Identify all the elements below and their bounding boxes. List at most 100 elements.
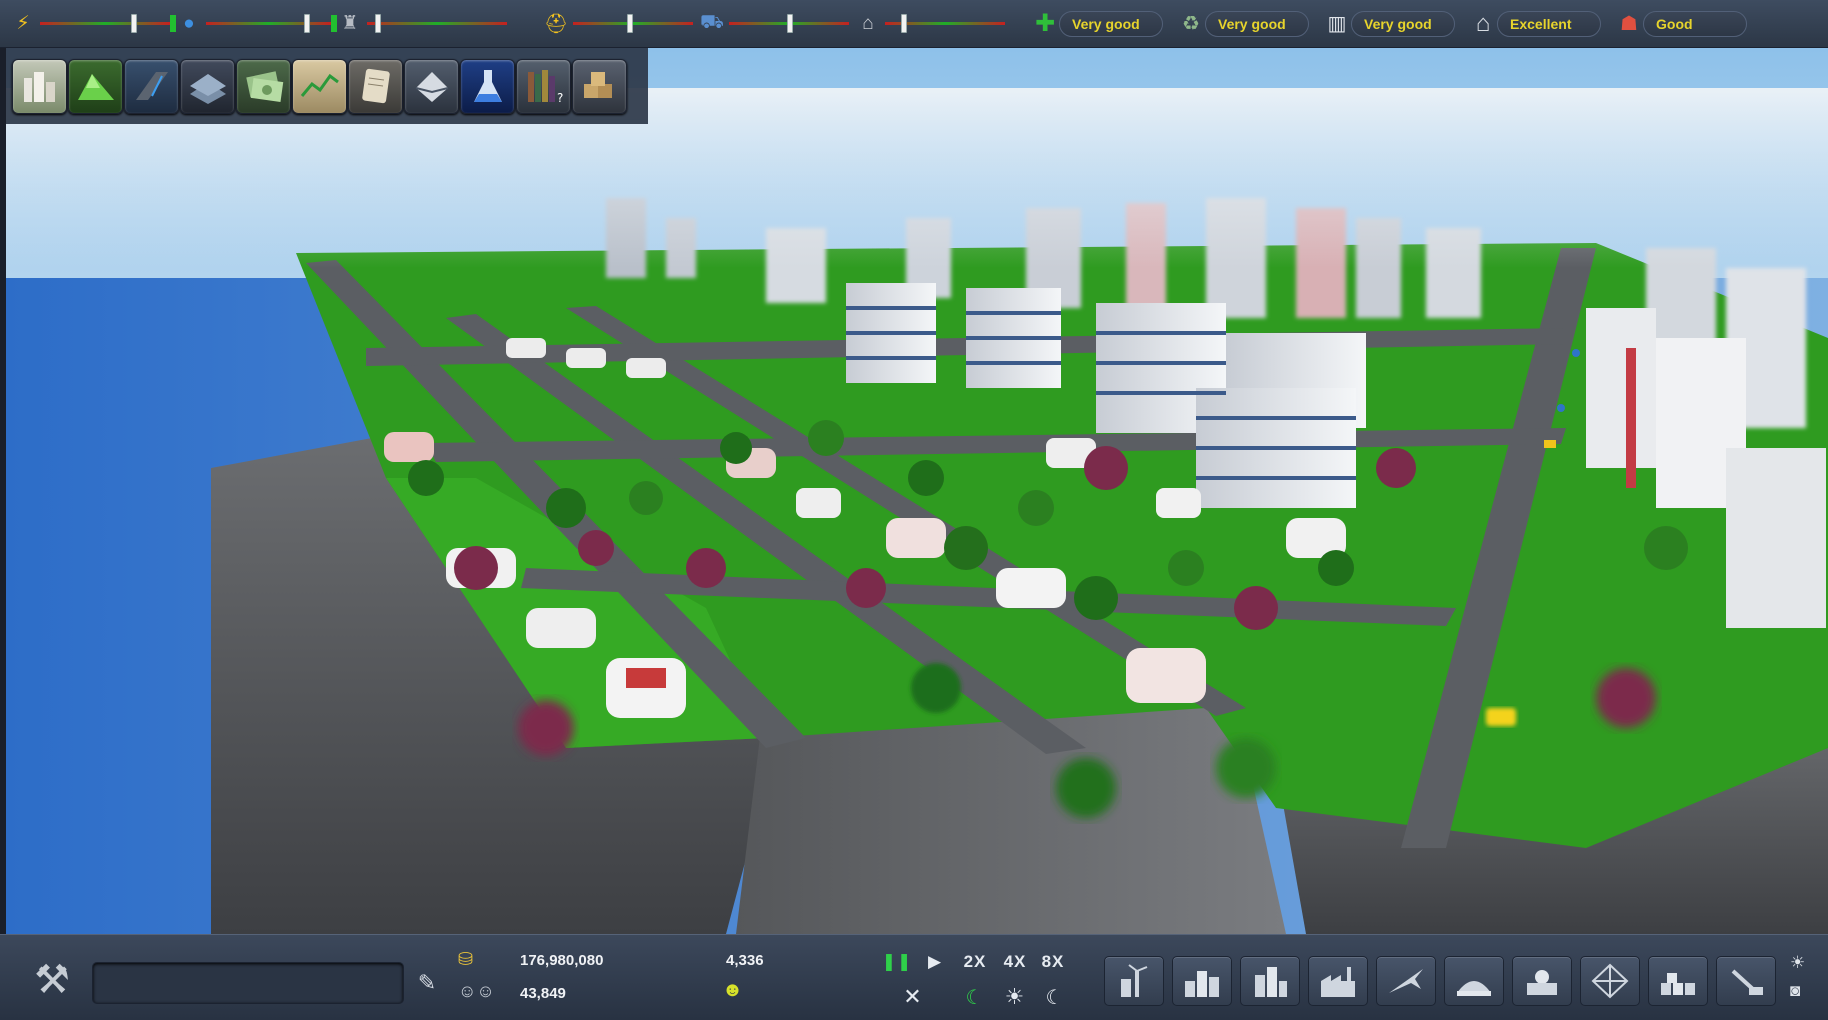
money-value: 176,980,080 [520,952,604,969]
hammer-wrench-icon: ⚒ [34,958,70,1002]
terrain-button[interactable] [68,58,123,114]
book-icon: ▥ [1327,13,1347,35]
build-warehouses-button[interactable] [1648,956,1708,1006]
random-button[interactable]: ✕ [898,983,928,1011]
library-button[interactable]: ? [516,58,571,114]
play-button[interactable]: ▶ [922,949,948,975]
trash-bag-icon: ♜ [341,13,359,34]
road-icon [135,72,168,100]
culture-status[interactable]: ▥ Very good [1323,10,1455,38]
build-commercial-button[interactable] [1240,956,1300,1006]
money-icon [245,71,283,102]
capitol-icon [1527,970,1557,995]
pencil-icon: ✎ [417,970,437,995]
electricity-slider[interactable] [40,14,176,33]
bottom-toolbar: ⚒ ✎ ⛁ 176,980,080 ☺☺ 43,849 4,336 ☻ ❚❚ ▶… [0,934,1828,1020]
demolish-button[interactable] [1716,956,1776,1006]
build-industry-button[interactable] [1308,956,1368,1006]
mail-button[interactable] [404,58,459,114]
zone-icon [189,74,226,104]
build-landmarks-button[interactable] [1580,956,1640,1006]
power-plant-icon [1121,964,1148,997]
daynight-cycle-icon: ☾ [965,986,985,1009]
commercial-icon [1255,967,1287,997]
screenshot-button[interactable]: ◙ [1790,981,1800,1001]
speed-8x-button[interactable]: 8X [1036,949,1070,975]
warehouse-icon [1661,973,1695,995]
water-drop-icon: ● [183,12,195,34]
education-slider[interactable] [885,14,1005,33]
build-government-button[interactable] [1512,956,1572,1006]
scroll-icon [361,68,390,104]
policies-button[interactable] [348,58,403,114]
population-icon: ☺☺ [458,981,495,1001]
terrain-icon [77,74,114,100]
edit-button[interactable]: ✎ [412,969,442,997]
shuffle-icon: ✕ [903,984,923,1009]
housing-status[interactable]: ⌂ Excellent [1469,10,1601,38]
fire-meter: ⛟ [699,0,855,48]
happiness-icon: ☻ [722,979,744,1001]
environment-status[interactable]: ♻ Very good [1177,10,1309,38]
auto-daynight-button[interactable]: ☾ [960,983,990,1011]
research-button[interactable] [460,58,515,114]
landmark-icon [1591,963,1629,999]
factory-icon [1321,967,1355,997]
jobs-status[interactable]: ☗ Good [1615,10,1747,38]
roads-button[interactable] [124,58,179,114]
service-building-icon [1457,981,1491,996]
electricity-meter: ⚡ [10,0,176,48]
worker-icon: ☗ [1620,13,1638,35]
city-scene[interactable] [6,48,1828,934]
income-value: 4,336 [726,952,764,969]
population-value: 43,849 [520,985,566,1002]
house-icon: ⌂ [1475,9,1491,37]
health-status[interactable]: ✚ Very good [1031,10,1163,38]
health-status-pill: Very good [1059,10,1163,37]
statistics-button[interactable] [292,58,347,114]
build-airport-button[interactable] [1376,956,1436,1006]
police-helmet-icon: ⛑ [543,13,569,35]
pause-button[interactable]: ❚❚ [882,949,912,975]
waste-slider[interactable] [367,14,507,33]
waste-meter: ♜ [337,0,513,48]
city-icon [23,72,55,102]
flask-icon [473,70,502,102]
water-slider[interactable] [206,14,337,33]
zones-button[interactable] [180,58,235,114]
jobs-status-pill: Good [1643,10,1747,37]
airplane-icon [1389,969,1423,993]
weather-icon: ☀ [1790,953,1806,972]
housing-status-pill: Excellent [1497,10,1601,37]
moon-icon: ☾ [1045,986,1065,1009]
day-button[interactable]: ☀ [1000,983,1030,1011]
budget-button[interactable] [236,58,291,114]
build-residential-button[interactable] [1172,956,1232,1006]
build-services-button[interactable] [1444,956,1504,1006]
city-overview-button[interactable] [12,58,67,114]
svg-text:?: ? [557,91,563,105]
message-box[interactable] [92,962,404,1004]
education-meter: ⌂ [855,0,1011,48]
game-viewport[interactable]: ? [6,48,1828,934]
weather-button[interactable]: ☀ [1790,953,1805,973]
police-slider[interactable] [573,14,693,33]
tools-button[interactable]: ⚒ [20,951,84,1009]
culture-status-pill: Very good [1351,10,1455,37]
speed-2x-button[interactable]: 2X [958,949,992,975]
speed-4x-button[interactable]: 4X [998,949,1032,975]
environment-status-pill: Very good [1205,10,1309,37]
resources-button[interactable] [572,58,627,114]
build-power-plant-button[interactable] [1104,956,1164,1006]
night-button[interactable]: ☾ [1040,983,1070,1011]
top-status-bar: ⚡ ● ♜ ⛑ ⛟ ⌂ ✚ Very good ♻ Very good ▥ Ve… [0,0,1828,48]
crates-icon [583,72,612,98]
health-cross-icon: ✚ [1034,10,1056,37]
fire-slider[interactable] [729,14,849,33]
residential-icon [1185,971,1219,997]
fire-truck-icon: ⛟ [700,11,724,33]
category-toolbar: ? [6,48,648,124]
recycle-icon: ♻ [1182,13,1200,35]
books-icon: ? [527,70,563,105]
lightning-icon: ⚡ [16,13,30,34]
